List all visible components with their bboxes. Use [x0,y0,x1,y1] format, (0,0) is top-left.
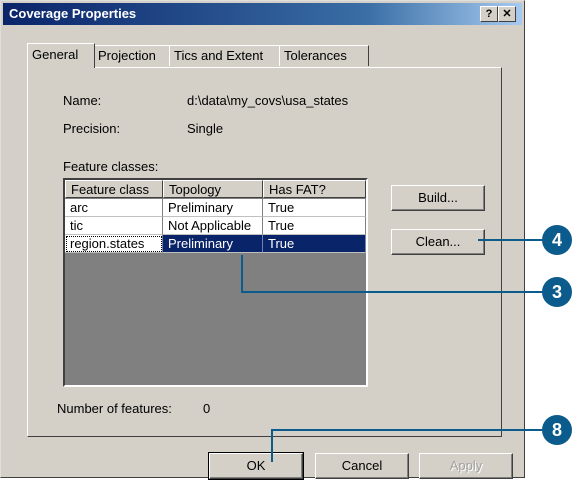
has-fat-cell: True [263,217,366,235]
column-header-has-fat[interactable]: Has FAT? [263,180,366,198]
clean-button[interactable]: Clean... [391,229,485,255]
table-row[interactable]: tic Not Applicable True [65,217,366,235]
cancel-button[interactable]: Cancel [315,453,409,479]
tab-tics-and-extent[interactable]: Tics and Extent [169,45,282,66]
number-of-features-value: 0 [203,401,211,416]
callout-3-badge: 3 [542,277,572,307]
has-fat-cell: True [263,235,366,253]
feature-classes-label: Feature classes: [63,159,159,174]
help-button[interactable]: ? [480,6,498,22]
tab-general[interactable]: General [27,43,95,68]
build-button[interactable]: Build... [391,185,485,211]
name-value: d:\data\my_covs\usa_states [187,93,349,108]
topology-cell: Preliminary [163,235,263,253]
feature-classes-list[interactable]: Feature class Topology Has FAT? arc Prel… [63,178,368,387]
tab-projection[interactable]: Projection [93,45,173,66]
tab-tolerances[interactable]: Tolerances [279,45,369,66]
ok-button[interactable]: OK [208,452,304,480]
topology-cell: Not Applicable [163,217,263,235]
topology-cell: Preliminary [163,199,263,217]
window-title: Coverage Properties [9,6,137,21]
column-header-topology[interactable]: Topology [163,180,263,198]
apply-button: Apply [419,453,513,479]
feature-class-cell: tic [65,217,163,235]
list-header: Feature class Topology Has FAT? [65,180,366,198]
callout-8-badge: 8 [542,415,572,445]
close-button[interactable]: ✕ [498,6,516,22]
precision-label: Precision: [63,121,121,136]
has-fat-cell: True [263,199,366,217]
coverage-properties-dialog: Coverage Properties ? ✕ General Projecti… [0,0,525,480]
name-label: Name: [63,93,102,108]
callout-4-badge: 4 [542,225,572,255]
feature-class-cell: arc [65,199,163,217]
title-bar[interactable]: Coverage Properties ? ✕ [3,3,522,25]
column-header-feature-class[interactable]: Feature class [65,180,163,198]
feature-class-cell: region.states [65,235,163,253]
precision-value: Single [187,121,224,136]
table-row-selected[interactable]: region.states Preliminary True [65,235,366,253]
table-row[interactable]: arc Preliminary True [65,199,366,217]
number-of-features-label: Number of features: [57,401,172,416]
